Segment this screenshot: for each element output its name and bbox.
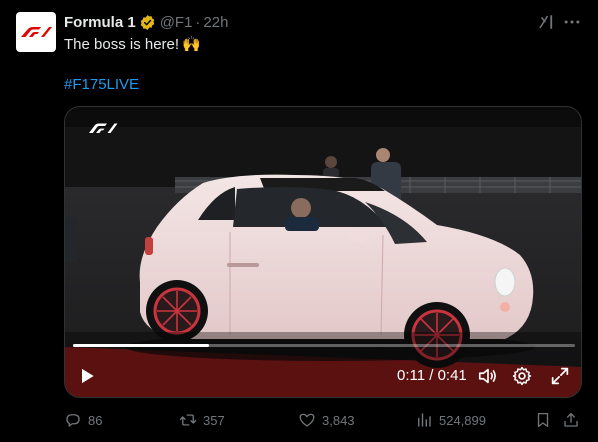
more-icon[interactable] <box>562 12 582 32</box>
repost-count: 357 <box>203 412 225 428</box>
bookmark-icon <box>537 412 549 428</box>
reply-icon <box>66 414 80 427</box>
hashtag-link[interactable]: #F175LIVE <box>64 75 139 95</box>
repost-button[interactable]: 357 <box>179 408 225 432</box>
play-icon[interactable] <box>77 366 97 386</box>
repost-icon <box>179 414 197 426</box>
author-handle[interactable]: @F1 <box>160 14 193 31</box>
separator: · <box>195 13 201 31</box>
video-time: 0:11 / 0:41 <box>397 367 467 384</box>
video-frame <box>65 107 581 397</box>
video-player[interactable]: 0:11 / 0:41 <box>64 106 582 398</box>
progress-fill <box>73 344 209 347</box>
reply-count: 86 <box>88 412 103 428</box>
raised-hands-emoji: 🙌 <box>182 36 201 53</box>
progress-bar[interactable] <box>73 344 575 347</box>
verified-icon <box>140 14 154 30</box>
timestamp[interactable]: 22h <box>203 14 228 31</box>
bookmark-button[interactable] <box>534 408 552 432</box>
author-name[interactable]: Formula 1 <box>64 14 136 31</box>
like-count: 3,843 <box>322 412 355 428</box>
tweet-body: The boss is here! <box>64 36 180 53</box>
grok-icon[interactable] <box>537 13 555 31</box>
tweet-header: Formula 1 @F1 · 22h <box>64 12 228 32</box>
views-button[interactable]: 524,899 <box>415 408 486 432</box>
f1-logo <box>21 27 52 37</box>
fullscreen-icon[interactable] <box>549 365 571 387</box>
tweet-text: The boss is here! 🙌 <box>64 35 201 55</box>
like-icon <box>299 413 315 427</box>
action-bar: 86 357 3,843 524,899 <box>64 408 582 432</box>
volume-icon[interactable] <box>477 365 499 387</box>
view-count: 524,899 <box>439 412 486 428</box>
share-button[interactable] <box>562 408 580 432</box>
share-icon <box>564 412 578 427</box>
avatar[interactable] <box>16 12 56 52</box>
settings-icon[interactable] <box>511 365 533 387</box>
like-button[interactable]: 3,843 <box>298 408 355 432</box>
tweet[interactable]: Formula 1 @F1 · 22h The boss is here! 🙌 #… <box>0 0 598 442</box>
reply-button[interactable]: 86 <box>64 408 102 432</box>
views-icon <box>418 413 431 427</box>
